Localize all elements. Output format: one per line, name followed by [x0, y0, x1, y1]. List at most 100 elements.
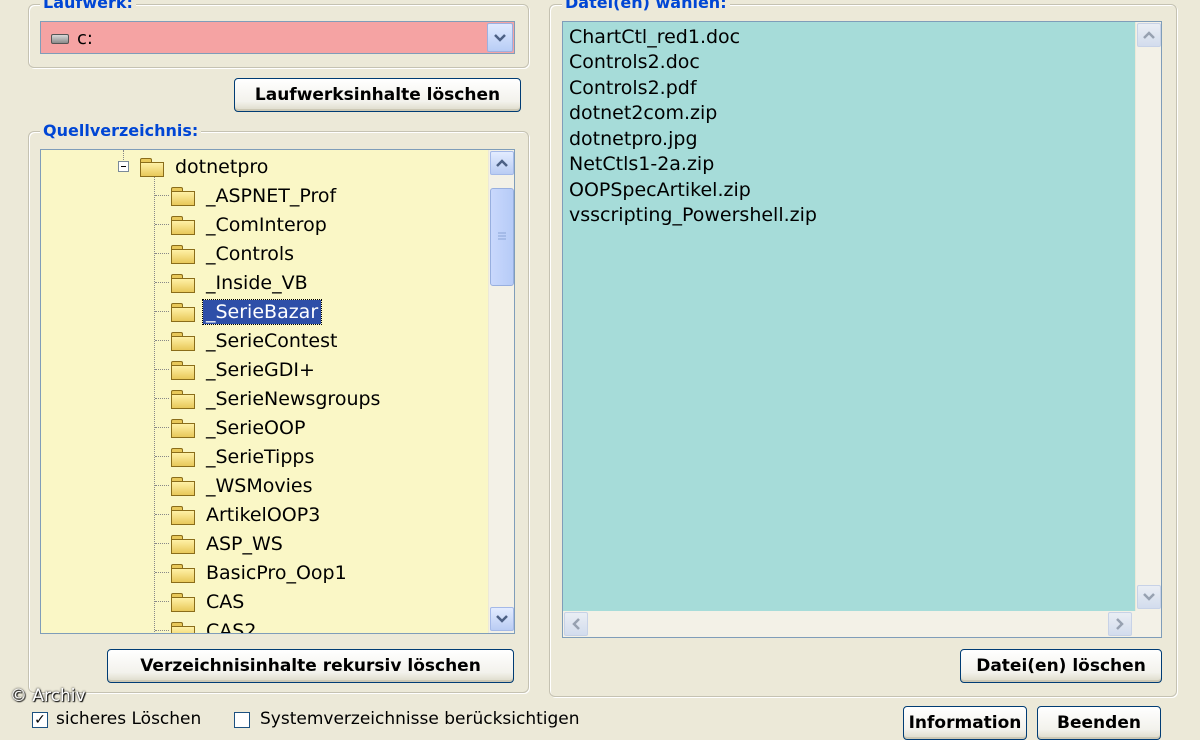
tree-item[interactable]: _SerieTipps: [155, 442, 317, 471]
drive-selected-value: c:: [77, 28, 93, 49]
tree-item[interactable]: _SerieNewsgroups: [155, 384, 383, 413]
clear-files-button[interactable]: Datei(en) löschen: [960, 649, 1162, 683]
tree-item-label: BasicPro_Oop1: [206, 561, 347, 584]
tree-item-label: _SerieTipps: [206, 445, 315, 468]
tree-item-root[interactable]: dotnetpro: [140, 152, 271, 181]
tree-item[interactable]: BasicPro_Oop1: [155, 558, 350, 587]
collapse-toggle[interactable]: [118, 161, 129, 172]
folder-icon: [171, 331, 195, 351]
file-item[interactable]: Controls2.doc: [569, 51, 700, 73]
system-dirs-checkbox[interactable]: [234, 712, 250, 728]
tree-item[interactable]: _ComInterop: [155, 210, 330, 239]
clear-directory-recursive-button[interactable]: Verzeichnisinhalte rekursiv löschen: [107, 649, 514, 683]
file-item[interactable]: dotnetpro.jpg: [569, 128, 698, 150]
folder-icon: [171, 302, 195, 322]
folder-icon: [171, 186, 195, 206]
file-item[interactable]: vsscripting_Powershell.zip: [569, 204, 817, 226]
tree-item[interactable]: _ASPNET_Prof: [155, 181, 339, 210]
drive-combobox[interactable]: c:: [40, 21, 515, 54]
file-item[interactable]: ChartCtl_red1.doc: [569, 26, 740, 48]
scroll-down-button[interactable]: [490, 607, 514, 631]
tree-item-label: _WSMovies: [206, 474, 313, 497]
tree-line: [155, 572, 169, 573]
scroll-thumb[interactable]: [490, 188, 514, 286]
tree-vertical-scrollbar[interactable]: [488, 150, 514, 633]
grip-icon: [498, 232, 506, 240]
file-item[interactable]: OOPSpecArtikel.zip: [569, 179, 751, 201]
secure-delete-checkbox[interactable]: ✓: [32, 712, 48, 728]
scroll-up-button[interactable]: [490, 151, 514, 175]
chevron-down-icon: [496, 615, 508, 623]
folder-icon: [171, 621, 195, 633]
chevron-down-icon: [494, 34, 506, 42]
files-legend: Datei(en) wählen:: [562, 0, 730, 12]
tree-item-selected[interactable]: _SerieBazar: [155, 297, 323, 326]
tree-item[interactable]: _Inside_VB: [155, 268, 311, 297]
tree-line: [155, 398, 169, 399]
tree-item[interactable]: CAS2: [155, 616, 259, 634]
tree-item-label: _SerieBazar: [201, 298, 323, 325]
tree-item[interactable]: _WSMovies: [155, 471, 315, 500]
info-button[interactable]: Information: [903, 706, 1027, 740]
tree-item-label: _ComInterop: [206, 213, 327, 236]
tree-item-label: ArtikelOOP3: [206, 503, 321, 526]
folder-icon: [171, 273, 195, 293]
tree-item-label: _Controls: [206, 242, 295, 265]
tree-line: [155, 369, 169, 370]
folder-icon: [171, 505, 195, 525]
tree-line: [155, 427, 169, 428]
folder-icon: [171, 592, 195, 612]
tree-line: [155, 456, 169, 457]
tree-item-label: dotnetpro: [175, 155, 269, 178]
chevron-right-icon: [1116, 618, 1124, 630]
tree-item[interactable]: CAS: [155, 587, 247, 616]
scroll-left-button[interactable]: [564, 612, 588, 636]
file-item[interactable]: NetCtls1-2a.zip: [569, 153, 714, 175]
folder-icon: [171, 563, 195, 583]
folder-icon: [171, 389, 195, 409]
chevron-left-icon: [572, 618, 580, 630]
folder-icon: [171, 476, 195, 496]
tree-item[interactable]: _Controls: [155, 239, 297, 268]
tree-line: [155, 311, 169, 312]
system-dirs-label: Systemverzeichnisse berücksichtigen: [260, 709, 580, 729]
file-listbox[interactable]: ChartCtl_red1.doc Controls2.doc Controls…: [562, 21, 1162, 638]
scroll-right-button[interactable]: [1108, 612, 1132, 636]
tree-item-label: _SerieNewsgroups: [206, 387, 381, 410]
tree-item-label: CAS2: [206, 619, 257, 634]
scroll-down-button[interactable]: [1137, 585, 1161, 609]
tree-line: [155, 630, 169, 631]
folder-icon: [171, 418, 195, 438]
file-horizontal-scrollbar[interactable]: [563, 611, 1161, 637]
tree-item-label: CAS: [206, 590, 245, 613]
tree-item[interactable]: _SerieGDI+: [155, 355, 318, 384]
tree-item[interactable]: ASP_WS: [155, 529, 286, 558]
drive-dropdown-button[interactable]: [487, 23, 513, 52]
drive-legend: Laufwerk:: [40, 0, 136, 12]
folder-icon: [171, 215, 195, 235]
tree-item[interactable]: _SerieContest: [155, 326, 340, 355]
tree-item[interactable]: _SerieOOP: [155, 413, 308, 442]
clear-drive-button[interactable]: Laufwerksinhalte löschen: [234, 78, 521, 112]
chevron-up-icon: [1143, 31, 1155, 39]
chevron-up-icon: [496, 159, 508, 167]
exit-button[interactable]: Beenden: [1037, 706, 1161, 740]
file-vertical-scrollbar[interactable]: [1135, 22, 1161, 611]
tree-item[interactable]: ArtikelOOP3: [155, 500, 323, 529]
scroll-up-button[interactable]: [1137, 23, 1161, 47]
file-item[interactable]: dotnet2com.zip: [569, 102, 717, 124]
file-item[interactable]: Controls2.pdf: [569, 77, 697, 99]
tree-line: [155, 340, 169, 341]
tree-item-label: _SerieOOP: [206, 416, 306, 439]
source-legend: Quellverzeichnis:: [40, 122, 202, 140]
tree-item-label: _SerieContest: [206, 329, 338, 352]
copyright-watermark: © Archiv: [10, 686, 86, 706]
tree-line: [155, 543, 169, 544]
tree-line: [155, 224, 169, 225]
folder-tree[interactable]: dotnetpro _ASPNET_Prof _ComInterop _Cont…: [40, 149, 515, 634]
folder-icon: [171, 360, 195, 380]
tree-line: [155, 282, 169, 283]
folder-icon: [171, 244, 195, 264]
folder-icon: [171, 447, 195, 467]
tree-line: [155, 485, 169, 486]
